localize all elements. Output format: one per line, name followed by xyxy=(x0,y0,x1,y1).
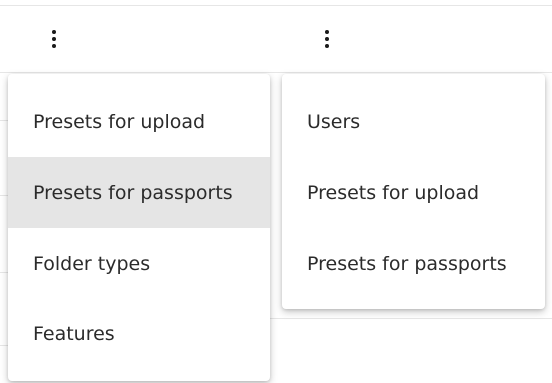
dropdown-menu-left: Presets for upload Presets for passports… xyxy=(8,74,270,381)
screen: Presets for upload Presets for passports… xyxy=(0,0,552,383)
dropdown-menu-right: Users Presets for upload Presets for pas… xyxy=(282,74,545,309)
menu-item-users[interactable]: Users xyxy=(282,87,545,157)
more-vertical-icon[interactable] xyxy=(44,24,64,54)
menu-item-presets-for-upload[interactable]: Presets for upload xyxy=(282,157,545,228)
menu-item-folder-types[interactable]: Folder types xyxy=(8,228,270,299)
menu-item-features[interactable]: Features xyxy=(8,299,270,369)
row-divider xyxy=(270,318,552,319)
more-vertical-icon[interactable] xyxy=(317,24,337,54)
menu-item-presets-for-passports[interactable]: Presets for passports xyxy=(282,228,545,299)
row-divider xyxy=(0,5,552,6)
row-divider xyxy=(0,72,552,73)
menu-item-presets-for-passports[interactable]: Presets for passports xyxy=(8,157,270,228)
menu-item-presets-for-upload[interactable]: Presets for upload xyxy=(8,87,270,157)
